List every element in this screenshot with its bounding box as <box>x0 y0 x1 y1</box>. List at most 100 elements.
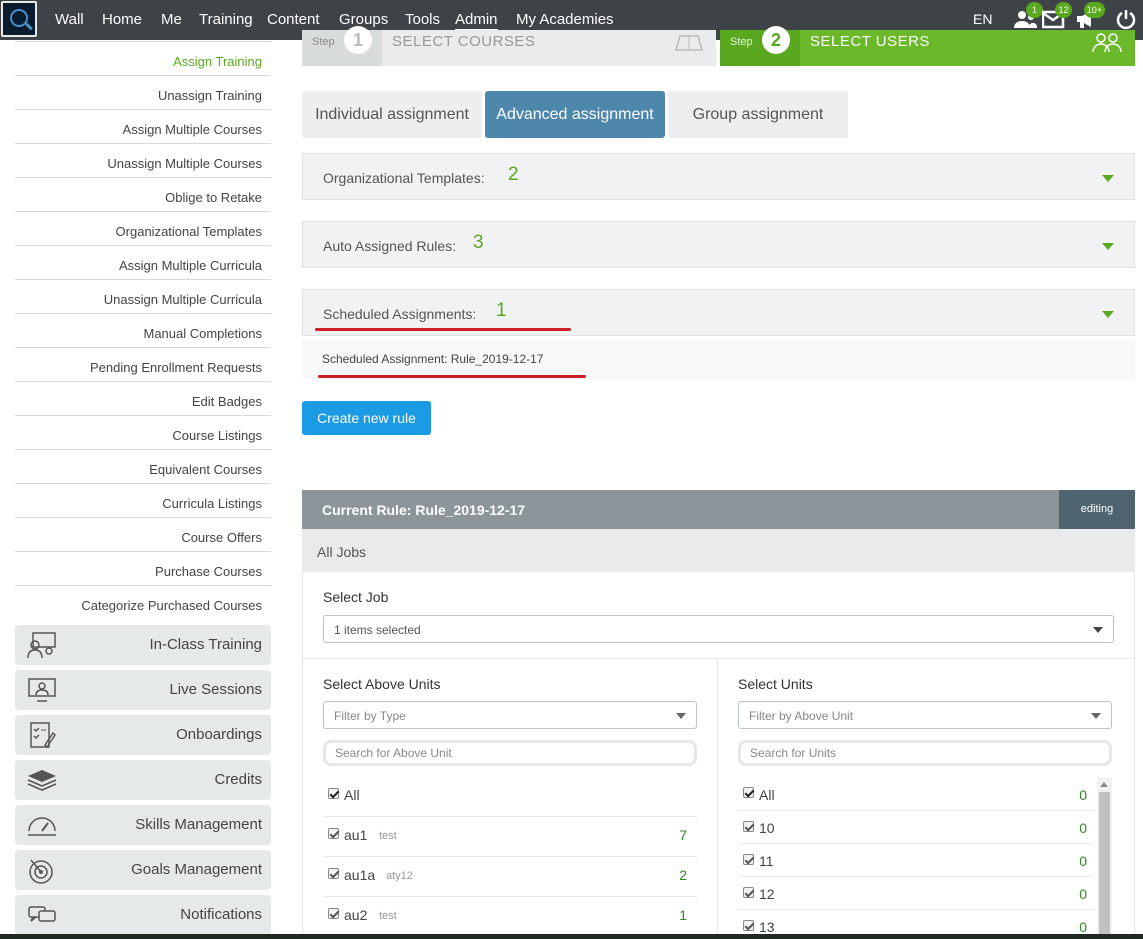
sidebar-divider <box>15 517 271 518</box>
language-selector[interactable]: EN <box>973 11 992 27</box>
search-units-input[interactable]: Search for Units <box>738 740 1112 766</box>
all-jobs-header[interactable]: All Jobs <box>302 529 1135 572</box>
tab-advanced-assignment[interactable]: Advanced assignment <box>485 91 665 138</box>
unit-name: 12 <box>759 886 775 902</box>
chevron-down-icon <box>1102 243 1114 250</box>
users-icon[interactable]: 1 <box>1013 2 1043 30</box>
nav-my-academies[interactable]: My Academies <box>516 11 614 28</box>
group-users-icon <box>1092 33 1122 53</box>
above-unit-checkbox[interactable] <box>328 868 339 879</box>
nav-wall[interactable]: Wall <box>55 11 84 28</box>
tab-individual-assignment[interactable]: Individual assignment <box>302 91 482 138</box>
scroll-up-arrow-icon[interactable] <box>1100 782 1108 787</box>
red-underline-annotation <box>318 375 586 378</box>
nav-training[interactable]: Training <box>199 11 253 28</box>
sidebar-block-label: Skills Management <box>135 816 262 833</box>
search-above-unit-input[interactable]: Search for Above Unit <box>323 740 697 766</box>
sidebar-block-goals-management[interactable]: Goals Management <box>15 850 271 890</box>
chat-bubbles-icon <box>28 906 56 922</box>
sidebar-link-organizational-templates[interactable]: Organizational Templates <box>116 224 262 239</box>
units-all-checkbox[interactable] <box>743 787 754 798</box>
row-divider <box>323 856 697 857</box>
sidebar-link-unassign-training[interactable]: Unassign Training <box>158 88 262 103</box>
current-rule-title: Current Rule: Rule_2019-12-17 <box>322 502 526 518</box>
nav-groups[interactable]: Groups <box>339 11 388 28</box>
nav-tools[interactable]: Tools <box>405 11 440 28</box>
tab-group-assignment[interactable]: Group assignment <box>668 91 848 138</box>
sidebar-block-label: Goals Management <box>131 861 262 878</box>
sidebar-link-equivalent-courses[interactable]: Equivalent Courses <box>149 462 262 477</box>
create-new-rule-button[interactable]: Create new rule <box>302 401 431 435</box>
accordion-label: Auto Assigned Rules: <box>323 238 457 254</box>
nav-home[interactable]: Home <box>102 11 142 28</box>
sidebar-block-in-class-training[interactable]: In-Class Training <box>15 625 271 665</box>
sidebar-link-unassign-multiple-courses[interactable]: Unassign Multiple Courses <box>107 156 262 171</box>
above-unit-count: 2 <box>679 867 687 883</box>
nav-me[interactable]: Me <box>161 11 182 28</box>
sidebar-link-pending-enrollment-requests[interactable]: Pending Enrollment Requests <box>90 360 262 375</box>
step-title: SELECT USERS <box>810 33 930 50</box>
sidebar-divider <box>15 347 271 348</box>
step-select-courses[interactable]: Step 1 SELECT COURSES <box>302 26 716 66</box>
chevron-down-icon <box>1091 713 1101 719</box>
above-unit-checkbox[interactable] <box>328 828 339 839</box>
bottom-edge-strip <box>0 934 1143 939</box>
sidebar-link-curricula-listings[interactable]: Curricula Listings <box>162 496 262 511</box>
nav-admin[interactable]: Admin <box>455 11 498 30</box>
above-unit-count: 7 <box>679 827 687 843</box>
select-job-label: Select Job <box>323 589 389 605</box>
above-unit-type: test <box>379 830 397 842</box>
accordion-count: 2 <box>508 164 519 185</box>
sidebar-link-categorize-purchased-courses[interactable]: Categorize Purchased Courses <box>81 598 262 613</box>
sidebar-divider <box>15 313 271 314</box>
units-all-count: 0 <box>1079 787 1087 803</box>
unit-checkbox[interactable] <box>743 887 754 898</box>
sidebar-block-label: Credits <box>214 771 262 788</box>
sidebar-block-credits[interactable]: Credits <box>15 760 271 800</box>
filter-by-above-unit-select[interactable]: Filter by Above Unit <box>738 701 1112 729</box>
unit-checkbox[interactable] <box>743 920 754 931</box>
above-unit-count: 1 <box>679 907 687 923</box>
sidebar-link-course-listings[interactable]: Course Listings <box>172 428 262 443</box>
above-unit-name: au2 <box>344 907 368 923</box>
sidebar-block-notifications[interactable]: Notifications <box>15 895 271 935</box>
above-units-all-checkbox[interactable] <box>328 788 339 799</box>
sidebar-block-skills-management[interactable]: Skills Management <box>15 805 271 845</box>
sidebar-link-assign-multiple-curricula[interactable]: Assign Multiple Curricula <box>119 258 262 273</box>
gauge-icon <box>28 817 56 836</box>
sidebar-link-oblige-to-retake[interactable]: Oblige to Retake <box>165 190 262 205</box>
sidebar-block-onboardings[interactable]: Onboardings <box>15 715 271 755</box>
sidebar-divider <box>15 143 271 144</box>
unit-checkbox[interactable] <box>743 854 754 865</box>
sidebar-link-assign-training[interactable]: Assign Training <box>173 54 262 69</box>
select-job-dropdown[interactable]: 1 items selected <box>323 615 1114 643</box>
accordion-auto-assigned-rules[interactable]: Auto Assigned Rules: 3 <box>302 221 1135 268</box>
sidebar-link-edit-badges[interactable]: Edit Badges <box>192 394 262 409</box>
step-select-users[interactable]: Step 2 SELECT USERS <box>720 26 1135 66</box>
scrollbar-thumb[interactable] <box>1099 792 1110 939</box>
megaphone-icon[interactable]: 10+ <box>1075 2 1105 30</box>
sidebar-block-live-sessions[interactable]: Live Sessions <box>15 670 271 710</box>
accordion-label: Scheduled Assignments: <box>323 306 477 322</box>
sidebar-link-unassign-multiple-curricula[interactable]: Unassign Multiple Curricula <box>104 292 262 307</box>
above-unit-checkbox[interactable] <box>328 908 339 919</box>
sidebar-divider <box>15 551 271 552</box>
filter-by-type-select[interactable]: Filter by Type <box>323 701 697 729</box>
unit-count: 0 <box>1079 820 1087 836</box>
units-list-scrollbar[interactable] <box>1097 778 1112 939</box>
row-divider <box>323 896 697 897</box>
nav-content[interactable]: Content <box>267 11 320 28</box>
power-icon[interactable] <box>1116 8 1140 30</box>
envelope-icon[interactable]: 12 <box>1041 2 1072 30</box>
search-above-unit-placeholder: Search for Above Unit <box>335 746 452 760</box>
sidebar-link-course-offers[interactable]: Course Offers <box>181 530 262 545</box>
app-logo[interactable] <box>1 1 37 37</box>
accordion-organizational-templates[interactable]: Organizational Templates: 2 <box>302 153 1135 200</box>
sidebar-link-purchase-courses[interactable]: Purchase Courses <box>155 564 262 579</box>
sidebar-link-manual-completions[interactable]: Manual Completions <box>143 326 262 341</box>
unit-checkbox[interactable] <box>743 821 754 832</box>
scheduled-assignment-item[interactable]: Scheduled Assignment: Rule_2019-12-17 <box>302 339 1135 379</box>
sidebar-link-assign-multiple-courses[interactable]: Assign Multiple Courses <box>123 122 262 137</box>
above-unit-name: au1a <box>344 867 376 883</box>
chevron-down-icon <box>1102 175 1114 182</box>
